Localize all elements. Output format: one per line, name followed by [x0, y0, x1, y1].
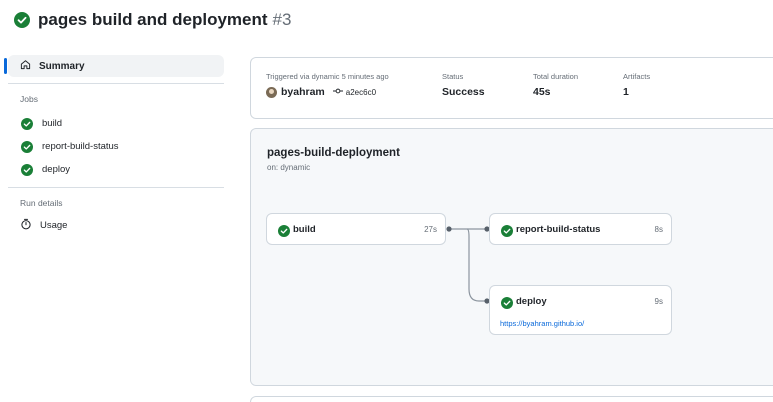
job-duration: 27s [424, 225, 437, 234]
divider [8, 83, 224, 84]
job-duration: 8s [654, 225, 663, 234]
sidebar-item-label: build [42, 118, 63, 129]
workflow-graph: pages-build-deployment on: dynamic build… [250, 128, 773, 386]
job-duration: 9s [654, 297, 663, 306]
sidebar-item-label: Summary [39, 60, 85, 72]
job-node-build[interactable]: build 27s [266, 213, 446, 245]
run-title-row: pages build and deployment #3 [14, 10, 291, 30]
artifacts-value[interactable]: 1 [623, 86, 650, 98]
success-check-icon [20, 117, 34, 131]
trigger-info: Triggered via dynamic 5 minutes ago byah… [266, 72, 389, 98]
actor-link[interactable]: byahram [281, 86, 325, 98]
sidebar-item-usage[interactable]: Usage [8, 214, 224, 236]
commit-sha: a2ec6c0 [345, 87, 377, 97]
sidebar-item-summary[interactable]: Summary [4, 55, 224, 77]
divider [8, 187, 224, 188]
run-number: #3 [272, 10, 292, 29]
triggered-label: Triggered via dynamic 5 minutes ago [266, 72, 389, 81]
job-node-deploy[interactable]: deploy 9s https://byahram.github.io/ [489, 285, 672, 335]
jobs-heading: Jobs [20, 94, 38, 104]
artifacts-label: Artifacts [623, 72, 651, 81]
sidebar-item-label: Usage [40, 219, 68, 231]
duration-info: Total duration 45s [533, 72, 578, 98]
success-check-icon [20, 163, 34, 177]
sidebar-item-build[interactable]: build [8, 112, 224, 135]
stopwatch-icon [20, 218, 32, 233]
deployment-url-link[interactable]: https://byahram.github.io/ [500, 319, 584, 328]
success-check-icon [20, 140, 34, 154]
success-check-icon [14, 12, 30, 28]
active-indicator [4, 58, 7, 74]
job-node-report-build-status[interactable]: report-build-status 8s [489, 213, 672, 245]
run-summary-card: Triggered via dynamic 5 minutes ago byah… [250, 57, 773, 119]
home-icon [20, 59, 31, 73]
duration-value: 45s [533, 86, 551, 98]
job-name: deploy [516, 296, 547, 307]
sidebar-item-deploy[interactable]: deploy [8, 158, 224, 181]
sidebar-item-label: report-build-status [42, 141, 119, 152]
run-details-heading: Run details [20, 198, 63, 208]
job-name: build [293, 224, 316, 235]
page-title: pages build and deployment [38, 10, 268, 29]
success-check-icon [500, 224, 514, 238]
status-value: Success [442, 86, 485, 98]
status-label: Status [442, 72, 464, 81]
sidebar-item-report-build-status[interactable]: report-build-status [8, 135, 224, 158]
job-name: report-build-status [516, 224, 601, 235]
duration-label: Total duration [533, 72, 579, 81]
sidebar: Summary Jobs build report-build-status d… [4, 55, 224, 236]
status-info: Status Success [442, 72, 485, 98]
success-check-icon [500, 296, 514, 310]
commit-icon [332, 87, 343, 97]
job-connector-lines [446, 226, 490, 304]
artifacts-info: Artifacts 1 [623, 72, 650, 98]
success-check-icon [277, 224, 291, 238]
sidebar-item-label: deploy [42, 164, 70, 175]
next-section-card [250, 396, 773, 402]
avatar [266, 86, 277, 98]
commit-link[interactable]: a2ec6c0 [332, 87, 377, 97]
